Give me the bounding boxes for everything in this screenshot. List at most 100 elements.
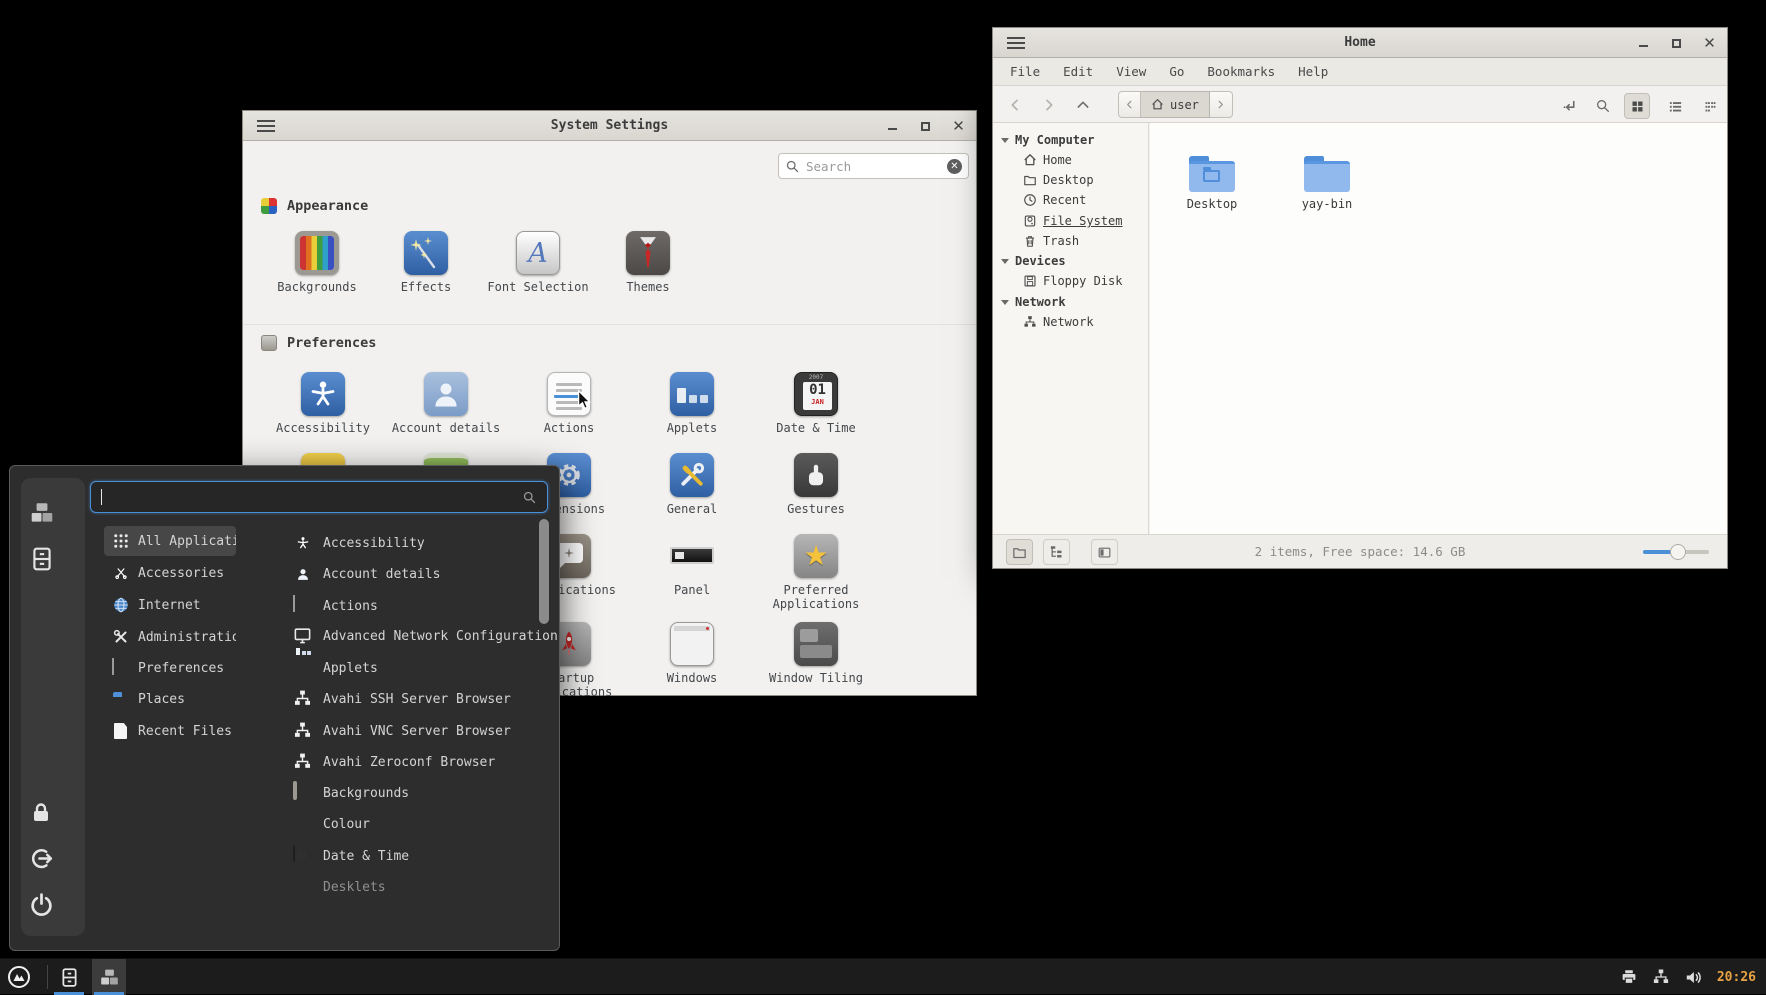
- shutdown-icon[interactable]: [29, 892, 55, 918]
- breadcrumb: user: [1118, 91, 1233, 118]
- maximize-button[interactable]: [1667, 34, 1686, 53]
- menu-scrollbar[interactable]: [539, 519, 549, 891]
- app-backgrounds[interactable]: Backgrounds: [293, 778, 543, 808]
- tile-windows[interactable]: Windows: [636, 622, 748, 685]
- tile-effects[interactable]: Effects: [370, 231, 482, 294]
- category-administration[interactable]: Administration: [104, 622, 236, 652]
- tile-account-details[interactable]: Account details: [390, 372, 502, 435]
- tile-actions[interactable]: Actions: [513, 372, 625, 435]
- menu-search-input[interactable]: [90, 481, 548, 513]
- favorite-app-files-icon[interactable]: [29, 546, 55, 572]
- app-avahi-zeroconf-browser[interactable]: Avahi Zeroconf Browser: [293, 747, 543, 777]
- trash-icon: [1023, 234, 1037, 248]
- sidebar-item-file-system[interactable]: File System: [993, 211, 1148, 231]
- app-applets[interactable]: Applets: [293, 653, 543, 683]
- minimize-button[interactable]: [883, 117, 902, 136]
- category-all-applications[interactable]: All Applications: [104, 526, 236, 556]
- tile-themes[interactable]: Themes: [592, 231, 704, 294]
- sidebar-item-trash[interactable]: Trash: [993, 231, 1148, 251]
- scrollbar-thumb[interactable]: [539, 519, 549, 624]
- sidebar-item-recent[interactable]: Recent: [993, 190, 1148, 210]
- app-advanced-network-configuration[interactable]: Advanced Network Configuration: [293, 621, 543, 651]
- favorite-app-software-icon[interactable]: [29, 500, 55, 526]
- tile-general[interactable]: General: [636, 453, 748, 516]
- sidebar-section-my-computer[interactable]: My Computer: [993, 130, 1148, 150]
- app-account-details[interactable]: Account details: [293, 559, 543, 589]
- expander-icon[interactable]: [1001, 259, 1009, 264]
- app-date-time[interactable]: 01 Date & Time: [293, 841, 543, 871]
- zoom-slider[interactable]: [1643, 550, 1709, 554]
- breadcrumb-next-icon[interactable]: [1210, 91, 1233, 118]
- list-view-button[interactable]: [1662, 93, 1688, 119]
- taskbar-window-files[interactable]: [52, 959, 86, 995]
- clock[interactable]: 20:26: [1717, 970, 1756, 985]
- accessibility-icon: [301, 372, 345, 416]
- menu-file[interactable]: File: [1006, 61, 1044, 82]
- app-desklets[interactable]: Desklets: [293, 872, 543, 902]
- app-avahi-vnc-server-browser[interactable]: Avahi VNC Server Browser: [293, 716, 543, 746]
- app-avahi-ssh-server-browser[interactable]: Avahi SSH Server Browser: [293, 684, 543, 714]
- tile-panel[interactable]: Panel: [636, 534, 748, 597]
- file-desktop-folder[interactable]: Desktop: [1167, 156, 1257, 211]
- app-colour[interactable]: Colour: [293, 809, 543, 839]
- file-manager-window: Home ✕ File Edit View Go Bookmarks Help …: [992, 27, 1728, 569]
- tile-window-tiling[interactable]: Window Tiling: [760, 622, 872, 685]
- breadcrumb-prev-icon[interactable]: [1118, 91, 1141, 118]
- globe-icon: [112, 596, 130, 614]
- files-content[interactable]: Desktop yay-bin: [1150, 123, 1727, 534]
- lock-icon[interactable]: [29, 801, 55, 827]
- category-places[interactable]: Places: [104, 684, 236, 714]
- sidebar-section-network[interactable]: Network: [993, 292, 1148, 312]
- category-accessories[interactable]: Accessories: [104, 558, 236, 588]
- printer-icon[interactable]: [1620, 968, 1638, 986]
- tile-applets[interactable]: Applets: [636, 372, 748, 435]
- sidebar-item-home[interactable]: Home: [993, 150, 1148, 170]
- forward-button[interactable]: [1037, 93, 1061, 117]
- taskbar-window-system-settings[interactable]: [92, 959, 126, 995]
- tile-date-time[interactable]: 2007 01JAN Date & Time: [760, 372, 872, 435]
- back-button[interactable]: [1003, 93, 1027, 117]
- tile-gestures[interactable]: Gestures: [760, 453, 872, 516]
- up-button[interactable]: [1071, 93, 1095, 117]
- search-icon[interactable]: [1590, 93, 1616, 119]
- expander-icon[interactable]: [1001, 300, 1009, 305]
- menu-help[interactable]: Help: [1294, 61, 1332, 82]
- zoom-slider-knob[interactable]: [1670, 544, 1686, 560]
- sidebar-item-desktop[interactable]: Desktop: [993, 170, 1148, 190]
- tile-backgrounds[interactable]: Backgrounds: [261, 231, 373, 294]
- tile-preferred-applications[interactable]: ★ Preferred Applications: [760, 534, 872, 611]
- files-titlebar[interactable]: Home ✕: [993, 28, 1727, 58]
- minimize-button[interactable]: [1634, 34, 1653, 53]
- category-preferences[interactable]: Preferences: [104, 653, 236, 683]
- sidebar-item-floppy-disk[interactable]: Floppy Disk: [993, 271, 1148, 291]
- menu-bookmarks[interactable]: Bookmarks: [1203, 61, 1279, 82]
- tile-font-selection[interactable]: A Font Selection: [482, 231, 594, 294]
- tile-accessibility[interactable]: Accessibility: [267, 372, 379, 435]
- expander-icon[interactable]: [1001, 138, 1009, 143]
- category-internet[interactable]: Internet: [104, 590, 236, 620]
- menu-go[interactable]: Go: [1165, 61, 1188, 82]
- toggle-location-entry-icon[interactable]: [1556, 93, 1582, 119]
- menu-view[interactable]: View: [1112, 61, 1150, 82]
- network-icon[interactable]: [1652, 968, 1670, 986]
- icon-view-button[interactable]: [1624, 93, 1650, 119]
- logout-icon[interactable]: [29, 846, 55, 872]
- volume-icon[interactable]: [1684, 968, 1703, 987]
- breadcrumb-current[interactable]: user: [1141, 91, 1210, 118]
- sidebar-item-network[interactable]: Network: [993, 312, 1148, 332]
- app-accessibility[interactable]: Accessibility: [293, 528, 543, 558]
- close-button[interactable]: ✕: [1700, 34, 1719, 53]
- settings-titlebar[interactable]: System Settings ✕: [243, 111, 976, 141]
- clear-search-icon[interactable]: ✕: [947, 159, 962, 174]
- menu-edit[interactable]: Edit: [1059, 61, 1097, 82]
- settings-search-input[interactable]: Search ✕: [778, 153, 969, 179]
- category-recent-files[interactable]: Recent Files: [104, 716, 236, 746]
- menu-launcher-button[interactable]: [2, 959, 36, 995]
- compact-view-button[interactable]: [1697, 93, 1723, 119]
- close-button[interactable]: ✕: [949, 117, 968, 136]
- sidebar-section-devices[interactable]: Devices: [993, 251, 1148, 271]
- app-actions[interactable]: Actions: [293, 591, 543, 621]
- document-icon: [114, 723, 127, 739]
- maximize-button[interactable]: [916, 117, 935, 136]
- file-yay-bin-folder[interactable]: yay-bin: [1282, 156, 1372, 211]
